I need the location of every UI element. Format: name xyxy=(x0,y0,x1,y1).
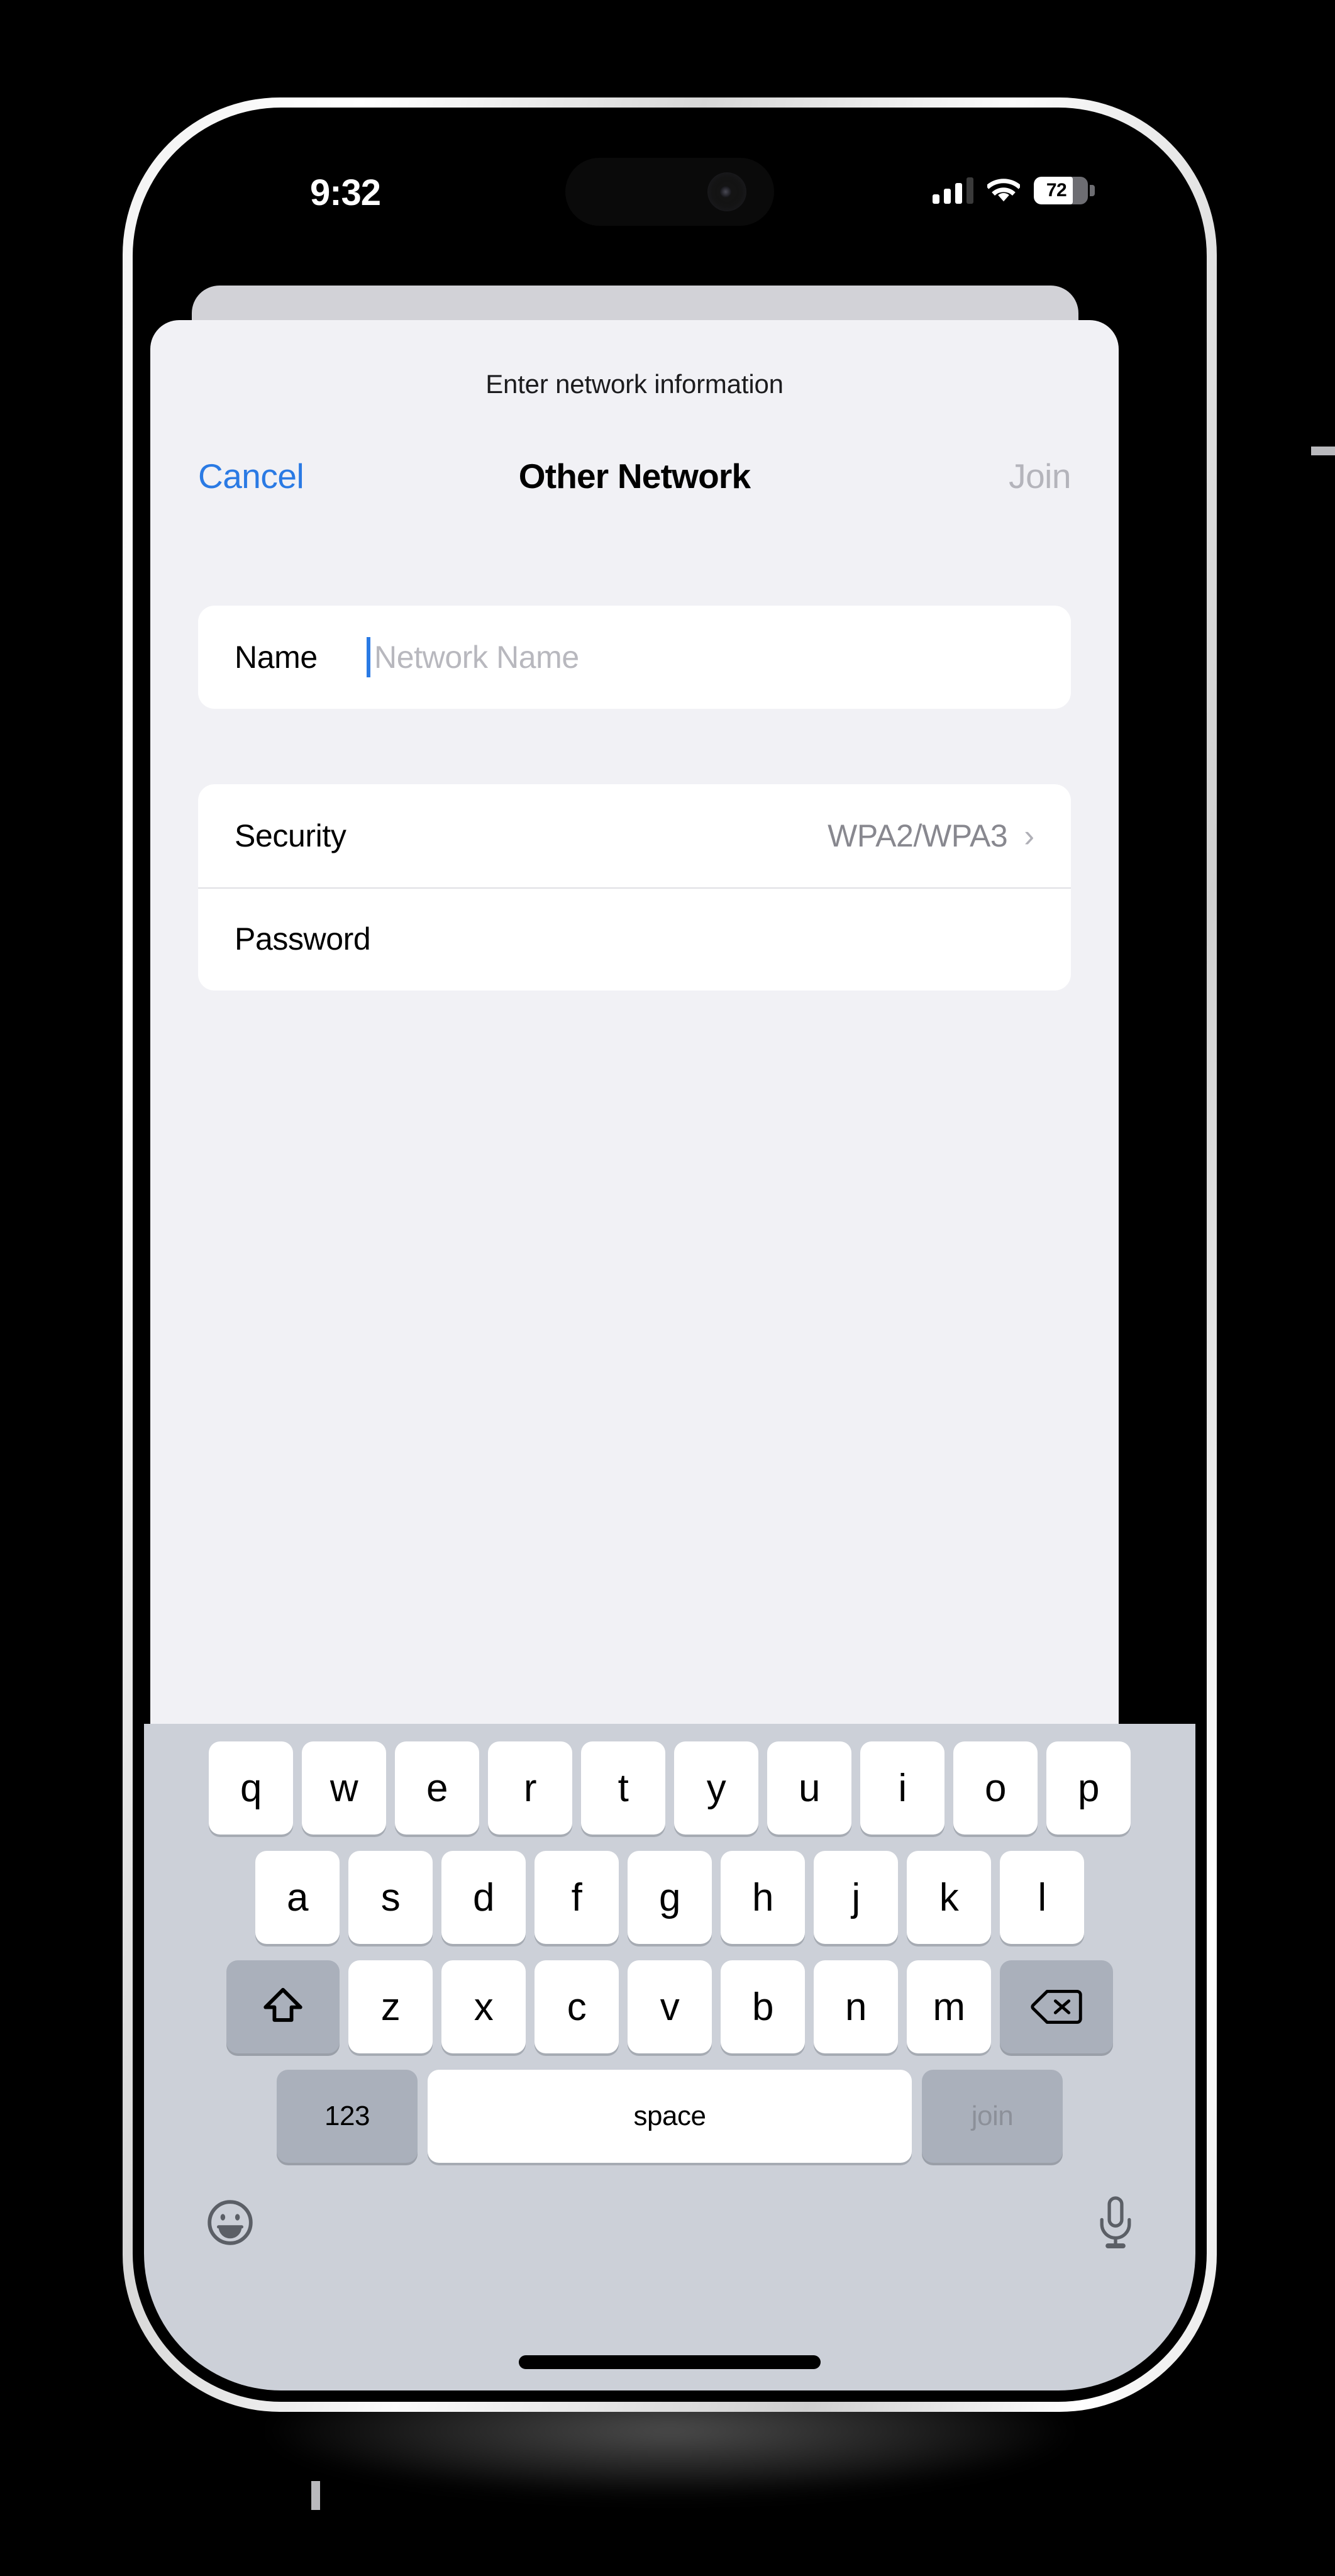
screenshot-stage: 9:32 72 Enter network information Cancel… xyxy=(0,0,1335,2576)
dynamic-island xyxy=(565,158,774,226)
key-f[interactable]: f xyxy=(535,1851,619,1944)
key-s[interactable]: s xyxy=(348,1851,433,1944)
password-row[interactable]: Password xyxy=(198,887,1071,991)
name-label: Name xyxy=(235,640,318,675)
keyboard-row-4: 123 space join xyxy=(144,2070,1195,2163)
emoji-smiley-icon[interactable] xyxy=(204,2197,256,2248)
delete-key[interactable] xyxy=(1000,1960,1113,2053)
status-bar-indicators: 72 xyxy=(933,177,1095,204)
modal-navigation-bar: Cancel Other Network Join xyxy=(150,451,1119,501)
security-value-wrap: WPA2/WPA3 › xyxy=(828,818,1034,854)
key-m[interactable]: m xyxy=(907,1960,991,2053)
key-u[interactable]: u xyxy=(767,1741,851,1835)
shift-arrow-icon xyxy=(263,1987,302,2022)
backspace-delete-icon xyxy=(1031,1989,1082,2024)
key-z[interactable]: z xyxy=(348,1960,433,2053)
key-n[interactable]: n xyxy=(814,1960,898,2053)
return-join-key[interactable]: join xyxy=(922,2070,1063,2163)
join-button[interactable]: Join xyxy=(1009,456,1071,496)
key-k[interactable]: k xyxy=(907,1851,991,1944)
network-name-placeholder: Network Name xyxy=(374,640,579,675)
key-t[interactable]: t xyxy=(581,1741,665,1835)
battery-percent-label: 72 xyxy=(1046,180,1067,201)
status-bar: 9:32 72 xyxy=(144,119,1195,275)
antenna-band-bottom-left xyxy=(311,2481,320,2510)
password-label: Password xyxy=(235,921,371,957)
key-d[interactable]: d xyxy=(441,1851,526,1944)
space-key[interactable]: space xyxy=(428,2070,912,2163)
name-field-group: Name Network Name xyxy=(198,606,1071,709)
battery-icon: 72 xyxy=(1034,177,1095,204)
keyboard-row-3: z x c v b n m xyxy=(144,1960,1195,2053)
key-g[interactable]: g xyxy=(628,1851,712,1944)
network-name-input[interactable]: Network Name xyxy=(367,637,1034,677)
battery-cap xyxy=(1090,185,1095,196)
cancel-button[interactable]: Cancel xyxy=(198,456,304,496)
key-j[interactable]: j xyxy=(814,1851,898,1944)
key-c[interactable]: c xyxy=(535,1960,619,2053)
key-w[interactable]: w xyxy=(302,1741,386,1835)
keyboard-bottom-bar xyxy=(144,2179,1195,2261)
status-bar-time: 9:32 xyxy=(309,172,381,213)
cellular-bars-icon xyxy=(933,177,973,204)
key-l[interactable]: l xyxy=(1000,1851,1084,1944)
key-r[interactable]: r xyxy=(488,1741,572,1835)
key-a[interactable]: a xyxy=(255,1851,340,1944)
home-indicator[interactable] xyxy=(519,2355,821,2369)
other-network-modal-sheet: Enter network information Cancel Other N… xyxy=(150,320,1119,1785)
key-p[interactable]: p xyxy=(1046,1741,1131,1835)
text-cursor-caret xyxy=(367,637,370,677)
security-row[interactable]: Security WPA2/WPA3 › xyxy=(198,784,1071,887)
key-y[interactable]: y xyxy=(674,1741,758,1835)
key-e[interactable]: e xyxy=(395,1741,479,1835)
key-h[interactable]: h xyxy=(721,1851,805,1944)
on-screen-keyboard: q w e r t y u i o p a s d f g h j k l z … xyxy=(144,1724,1195,2390)
iphone-device-frame: 9:32 72 Enter network information Cancel… xyxy=(123,97,1335,2510)
security-label: Security xyxy=(235,818,346,853)
keyboard-row-2: a s d f g h j k l xyxy=(144,1851,1195,1944)
key-b[interactable]: b xyxy=(721,1960,805,2053)
wifi-icon xyxy=(987,179,1020,202)
device-screen: 9:32 72 Enter network information Cancel… xyxy=(144,119,1195,2390)
device-bezel: 9:32 72 Enter network information Cancel… xyxy=(133,108,1207,2402)
security-value: WPA2/WPA3 xyxy=(828,818,1008,853)
sheet-subtitle: Enter network information xyxy=(485,369,784,399)
key-q[interactable]: q xyxy=(209,1741,293,1835)
numeric-keyboard-key[interactable]: 123 xyxy=(277,2070,418,2163)
chevron-right-icon: › xyxy=(1024,818,1034,853)
security-password-group: Security WPA2/WPA3 › Password xyxy=(198,784,1071,991)
shift-key[interactable] xyxy=(226,1960,340,2053)
key-v[interactable]: v xyxy=(628,1960,712,2053)
name-row[interactable]: Name Network Name xyxy=(198,606,1071,709)
front-camera-icon xyxy=(707,172,746,211)
microphone-icon[interactable] xyxy=(1096,2196,1135,2250)
key-x[interactable]: x xyxy=(441,1960,526,2053)
key-i[interactable]: i xyxy=(860,1741,944,1835)
antenna-band-right xyxy=(1311,447,1335,455)
key-o[interactable]: o xyxy=(953,1741,1038,1835)
keyboard-row-1: q w e r t y u i o p xyxy=(144,1741,1195,1835)
